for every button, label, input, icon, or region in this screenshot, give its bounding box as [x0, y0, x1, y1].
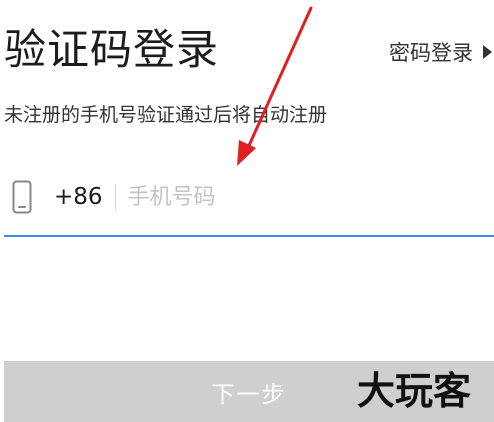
phone-icon: [8, 177, 36, 217]
phone-field-row: +86: [4, 170, 494, 224]
phone-input-underline: [4, 235, 494, 237]
phone-number-input[interactable]: [127, 177, 428, 217]
field-divider: [114, 184, 116, 210]
country-code-selector[interactable]: +86: [54, 184, 103, 210]
next-step-button[interactable]: 下一步: [4, 361, 494, 422]
triangle-right-icon: [483, 45, 492, 59]
password-login-link[interactable]: 密码登录: [389, 36, 492, 68]
password-login-label: 密码登录: [389, 41, 473, 65]
register-hint: 未注册的手机号验证通过后将自动注册: [4, 104, 328, 126]
page-title: 验证码登录: [4, 25, 220, 74]
